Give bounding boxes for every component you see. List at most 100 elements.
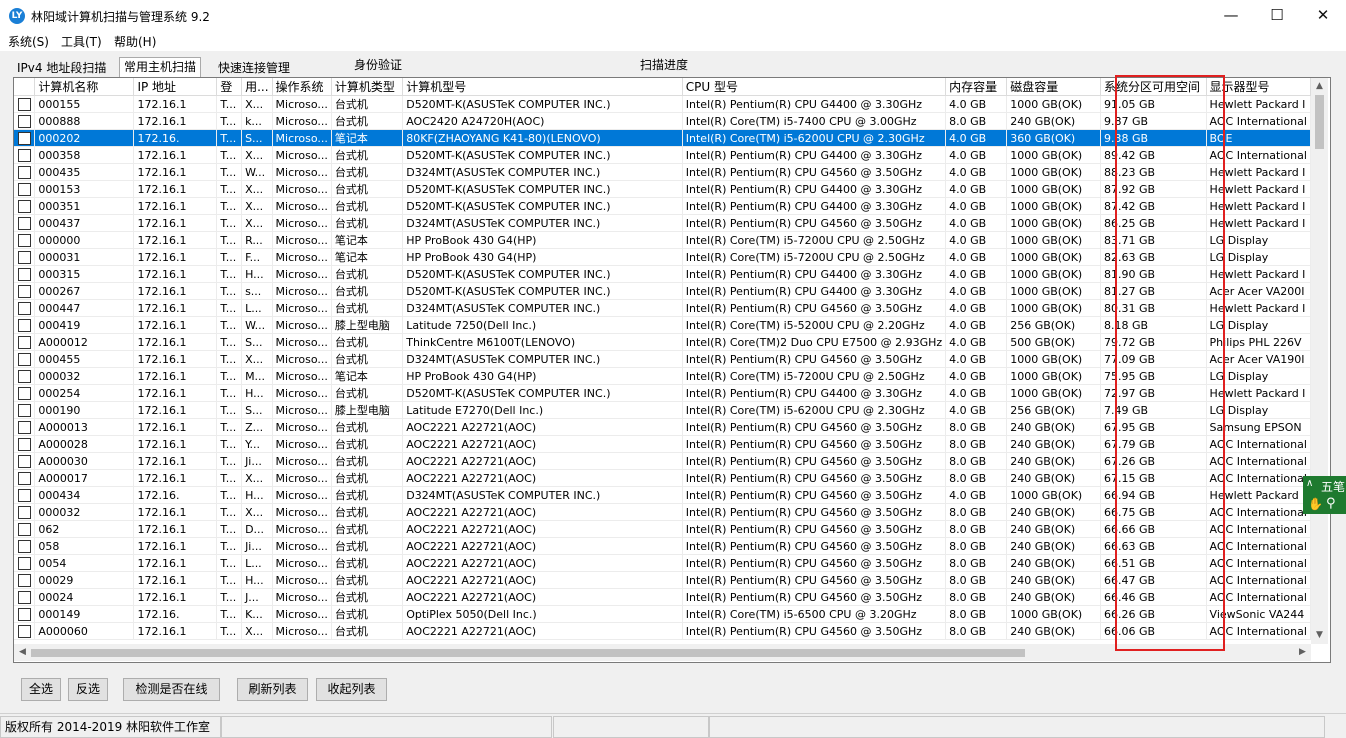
column-header[interactable]: 计算机类型: [331, 78, 404, 96]
column-header[interactable]: 磁盘容量: [1006, 78, 1101, 96]
scroll-left-icon[interactable]: ◀: [14, 644, 31, 661]
row-checkbox[interactable]: [17, 182, 31, 196]
row-checkbox[interactable]: [17, 556, 31, 570]
table-row[interactable]: 000000 172.16.1 T... R... Microso... 笔记本 HP Pr…: [14, 231, 1311, 249]
column-header[interactable]: 计算机型号: [402, 78, 683, 96]
table-row[interactable]: 000254 172.16.1 T... H... Microso... 台式机 D520M…: [14, 384, 1311, 402]
table-row[interactable]: 000032 172.16.1 T... M... Microso... 笔记本 HP Pr…: [14, 367, 1311, 385]
column-header[interactable]: 系统分区可用空间: [1100, 78, 1207, 96]
table-row[interactable]: 000447 172.16.1 T... L... Microso... 台式机 D324M…: [14, 299, 1311, 317]
row-checkbox[interactable]: [17, 403, 31, 417]
column-header[interactable]: 用...: [241, 78, 273, 96]
row-checkbox[interactable]: [17, 437, 31, 451]
row-checkbox[interactable]: [17, 114, 31, 128]
hand-icon[interactable]: ✋: [1308, 497, 1323, 511]
collapse-icon[interactable]: ∧: [1306, 478, 1313, 489]
table-row[interactable]: 062 172.16.1 T... D... Microso... 台式机 AOC2221 …: [14, 520, 1311, 538]
row-checkbox[interactable]: [17, 284, 31, 298]
row-checkbox[interactable]: [17, 505, 31, 519]
table-row[interactable]: 000351 172.16.1 T... X... Microso... 台式机 D520M…: [14, 197, 1311, 215]
header-checkbox-col[interactable]: [14, 78, 36, 96]
row-checkbox[interactable]: [17, 335, 31, 349]
invert-selection-button[interactable]: 反选: [68, 678, 108, 701]
table-row[interactable]: 058 172.16.1 T... Ji... Microso... 台式机 AOC2221…: [14, 537, 1311, 555]
table-row[interactable]: 0054 172.16.1 T... L... Microso... 台式机 AOC2221…: [14, 554, 1311, 572]
column-header[interactable]: CPU 型号: [682, 78, 947, 96]
column-header[interactable]: 内存容量: [945, 78, 1008, 96]
menu-system[interactable]: 系统(S): [8, 33, 49, 50]
table-row[interactable]: A000013 172.16.1 T... Z... Microso... 台式机 AOC2…: [14, 418, 1311, 436]
scroll-down-icon[interactable]: ▼: [1311, 627, 1328, 644]
row-checkbox[interactable]: [17, 250, 31, 264]
column-header[interactable]: 显示器型号: [1206, 78, 1311, 96]
horizontal-scroll-thumb[interactable]: [31, 649, 1025, 657]
table-row[interactable]: 000888 172.16.1 T... k... Microso... 台式机 AOC24…: [14, 112, 1311, 130]
table-row[interactable]: 00024 172.16.1 T... J... Microso... 台式机 AOC222…: [14, 588, 1311, 606]
table-row[interactable]: 000455 172.16.1 T... X... Microso... 台式机 D324M…: [14, 350, 1311, 368]
tab-ipv4-scan[interactable]: IPv4 地址段扫描: [13, 59, 110, 77]
row-checkbox[interactable]: [17, 590, 31, 604]
column-header[interactable]: 登: [216, 78, 243, 96]
row-checkbox[interactable]: [17, 97, 31, 111]
row-checkbox[interactable]: [17, 301, 31, 315]
search-icon[interactable]: ⚲: [1326, 496, 1336, 511]
row-checkbox[interactable]: [17, 318, 31, 332]
row-checkbox[interactable]: [17, 216, 31, 230]
table-row[interactable]: 000190 172.16.1 T... S... Microso... 膝上型电脑 Lat…: [14, 401, 1311, 419]
horizontal-scrollbar[interactable]: ◀ ▶: [14, 644, 1311, 661]
minimize-button[interactable]: —: [1208, 0, 1254, 31]
row-checkbox[interactable]: [17, 573, 31, 587]
table-row[interactable]: A000012 172.16.1 T... S... Microso... 台式机 Thin…: [14, 333, 1311, 351]
scroll-right-icon[interactable]: ▶: [1294, 644, 1311, 661]
tab-auth[interactable]: 身份验证: [350, 56, 406, 74]
row-checkbox[interactable]: [17, 539, 31, 553]
row-checkbox[interactable]: [17, 267, 31, 281]
table-row[interactable]: 000437 172.16.1 T... X... Microso... 台式机 D324M…: [14, 214, 1311, 232]
tab-scan-progress[interactable]: 扫描进度: [636, 56, 692, 74]
column-header[interactable]: IP 地址: [133, 78, 218, 96]
row-checkbox[interactable]: [17, 233, 31, 247]
table-row[interactable]: 000435 172.16.1 T... W... Microso... 台式机 D324M…: [14, 163, 1311, 181]
table-row[interactable]: 000202 172.16. T... S... Microso... 笔记本 80KF(Z…: [14, 129, 1311, 147]
table-row[interactable]: 000419 172.16.1 T... W... Microso... 膝上型电脑 Lat…: [14, 316, 1311, 334]
ime-toolbar[interactable]: ∧ 五笔 ✋ ⚲: [1303, 476, 1346, 514]
refresh-list-button[interactable]: 刷新列表: [237, 678, 308, 701]
table-row[interactable]: A000017 172.16.1 T... X... Microso... 台式机 AOC2…: [14, 469, 1311, 487]
table-row[interactable]: 000153 172.16.1 T... X... Microso... 台式机 D520M…: [14, 180, 1311, 198]
row-checkbox[interactable]: [17, 488, 31, 502]
vertical-scroll-thumb[interactable]: [1315, 95, 1324, 149]
table-row[interactable]: 000358 172.16.1 T... X... Microso... 台式机 D520M…: [14, 146, 1311, 164]
row-checkbox[interactable]: [17, 369, 31, 383]
table-row[interactable]: A000028 172.16.1 T... Y... Microso... 台式机 AOC2…: [14, 435, 1311, 453]
table-row[interactable]: A000060 172.16.1 T... X... Microso... 台式机 AOC2…: [14, 622, 1311, 640]
menu-help[interactable]: 帮助(H): [114, 33, 156, 50]
row-checkbox[interactable]: [17, 352, 31, 366]
maximize-button[interactable]: ☐: [1254, 0, 1300, 31]
row-checkbox[interactable]: [17, 386, 31, 400]
table-row[interactable]: 000155 172.16.1 T... X... Microso... 台式机 D520M…: [14, 95, 1311, 113]
row-checkbox[interactable]: [17, 471, 31, 485]
scroll-up-icon[interactable]: ▲: [1311, 78, 1328, 95]
row-checkbox[interactable]: [17, 607, 31, 621]
column-header[interactable]: 操作系统: [272, 78, 332, 96]
close-button[interactable]: ✕: [1300, 0, 1346, 31]
row-checkbox[interactable]: [17, 522, 31, 536]
table-row[interactable]: A000030 172.16.1 T... Ji... Microso... 台式机 AOC…: [14, 452, 1311, 470]
row-checkbox[interactable]: [17, 420, 31, 434]
menu-tools[interactable]: 工具(T): [61, 33, 102, 50]
vertical-scrollbar[interactable]: ▲ ▼: [1311, 78, 1328, 644]
tab-host-scan[interactable]: 常用主机扫描: [119, 57, 202, 78]
table-row[interactable]: 00029 172.16.1 T... H... Microso... 台式机 AOC222…: [14, 571, 1311, 589]
row-checkbox[interactable]: [17, 454, 31, 468]
column-header[interactable]: 计算机名称: [34, 78, 135, 96]
select-all-button[interactable]: 全选: [21, 678, 61, 701]
row-checkbox[interactable]: [17, 624, 31, 638]
row-checkbox[interactable]: [17, 199, 31, 213]
row-checkbox[interactable]: [17, 165, 31, 179]
table-row[interactable]: 000031 172.16.1 T... F... Microso... 笔记本 HP Pr…: [14, 248, 1311, 266]
table-row[interactable]: 000434 172.16. T... H... Microso... 台式机 D324MT…: [14, 486, 1311, 504]
table-row[interactable]: 000315 172.16.1 T... H... Microso... 台式机 D520M…: [14, 265, 1311, 283]
check-online-button[interactable]: 检测是否在线: [123, 678, 220, 701]
row-checkbox[interactable]: [17, 131, 31, 145]
table-row[interactable]: 000267 172.16.1 T... s... Microso... 台式机 D520M…: [14, 282, 1311, 300]
